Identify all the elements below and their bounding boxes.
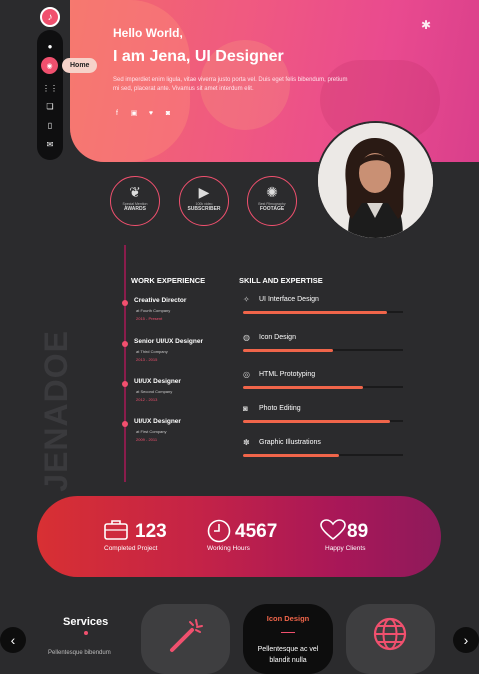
- profile-photo: [316, 121, 435, 240]
- award-badge: ✺ Best Filmography FOOTAGE: [247, 176, 297, 226]
- camera-icon: ◙: [243, 404, 248, 413]
- social-links: f ▣ ♥ ◙: [113, 109, 172, 118]
- timeline-dot: [122, 341, 128, 347]
- timeline-line: [124, 245, 126, 482]
- award-badge: ▶ 100k video SUBSCRIBER: [179, 176, 229, 226]
- chevron-left-icon[interactable]: ‹: [0, 627, 26, 653]
- job-company: at Fourth Company: [136, 308, 171, 313]
- trophy-icon: ❦: [129, 184, 141, 200]
- skill-bar-fill: [243, 385, 363, 389]
- job-title: UI/UX Designer: [134, 378, 181, 385]
- logo-icon[interactable]: ♪: [40, 7, 60, 27]
- stat-value: 89: [347, 521, 369, 542]
- services-dot: [84, 631, 88, 635]
- job-company: at Third Company: [136, 349, 168, 354]
- skill-name: HTML Prototyping: [259, 371, 316, 378]
- timeline-dot: [122, 381, 128, 387]
- skill-bar: [243, 348, 403, 352]
- linkedin-icon[interactable]: ▣: [130, 109, 138, 117]
- skill-name: Graphic Illustrations: [259, 439, 321, 446]
- job-company: at Second Company: [136, 389, 173, 394]
- skill-bar: [243, 419, 403, 423]
- service-card-title: Icon Design: [266, 614, 310, 623]
- stat-label: Completed Project: [104, 545, 158, 552]
- job-title: Senior UI/UX Designer: [134, 338, 203, 345]
- instagram-icon[interactable]: ◙: [164, 109, 172, 117]
- award-title: SUBSCRIBER: [187, 206, 221, 212]
- home-label[interactable]: Home: [62, 58, 98, 73]
- briefcase-icon: [104, 519, 128, 547]
- skill-bar-fill: [243, 310, 387, 314]
- award-title: FOOTAGE: [259, 206, 285, 212]
- gear-icon[interactable]: ✱: [421, 18, 435, 32]
- skill-bar: [243, 310, 403, 314]
- stat-label: Working Hours: [207, 545, 250, 552]
- palette-icon: ◍: [243, 333, 250, 342]
- timeline-dot: [122, 300, 128, 306]
- skill-name: Photo Editing: [259, 405, 301, 412]
- twitter-icon[interactable]: ♥: [147, 109, 155, 117]
- facebook-icon[interactable]: f: [113, 109, 121, 117]
- hero-greeting: Hello World,: [113, 26, 183, 40]
- award-title: AWARDS: [124, 206, 146, 212]
- magic-wand-icon: ✧: [243, 295, 250, 304]
- magic-wand-icon: [166, 616, 206, 661]
- skill-bar-fill: [243, 453, 339, 457]
- job-company: at First Company: [136, 429, 167, 434]
- skill-name: Icon Design: [259, 334, 296, 341]
- home-icon[interactable]: ◉: [41, 57, 58, 74]
- services-description: Pellentesque bibendum: [48, 650, 111, 656]
- stat-value: 123: [135, 521, 167, 542]
- service-card[interactable]: Icon Design Pellentesque ac vel blandit …: [243, 604, 333, 674]
- sparkle-icon: ✺: [266, 184, 278, 200]
- job-years: 2013 - 2015: [136, 357, 158, 362]
- service-card[interactable]: [141, 604, 230, 674]
- skill-bar: [243, 453, 403, 457]
- name-watermark: JENADOE: [38, 330, 74, 492]
- heart-icon: [320, 519, 346, 547]
- services-title: Services: [63, 616, 109, 628]
- skill-name: UI Interface Design: [259, 296, 319, 303]
- globe-icon: [373, 617, 407, 656]
- skill-bar: [243, 385, 403, 389]
- globe-icon: ◎: [243, 370, 250, 379]
- hero-description: Sed imperdiet enim ligula, vitae viverra…: [113, 77, 348, 92]
- job-title: Creative Director: [134, 297, 187, 304]
- work-title: WORK EXPERIENCE: [131, 276, 206, 285]
- user-icon[interactable]: ●: [37, 39, 63, 53]
- skill-bar-fill: [243, 419, 391, 423]
- job-title: UI/UX Designer: [134, 418, 181, 425]
- chevron-right-icon[interactable]: ›: [453, 627, 479, 653]
- timeline-dot: [122, 421, 128, 427]
- grid-icon[interactable]: ⋮⋮: [37, 81, 63, 95]
- stat-value: 4567: [235, 521, 278, 542]
- job-years: 2012 - 2013: [136, 397, 158, 402]
- job-years: 2015 - Present: [136, 316, 163, 321]
- service-card[interactable]: [346, 604, 435, 674]
- skills-title: SKILL AND EXPERTISE: [239, 276, 323, 285]
- mail-icon[interactable]: ✉: [37, 137, 63, 151]
- document-icon[interactable]: ▯: [37, 118, 63, 132]
- skill-bar-fill: [243, 348, 333, 352]
- award-badge: ❦ Special Mention AWARDS: [110, 176, 160, 226]
- service-card-divider: [281, 632, 295, 633]
- flower-icon: ✽: [243, 438, 250, 447]
- service-card-text: Pellentesque ac vel blandit nulla: [257, 646, 319, 664]
- job-years: 2009 - 2011: [136, 437, 158, 442]
- chat-icon[interactable]: ❏: [37, 99, 63, 113]
- hero-headline: I am Jena, UI Designer: [113, 48, 284, 65]
- play-icon: ▶: [198, 184, 210, 200]
- stat-label: Happy Clients: [325, 545, 366, 552]
